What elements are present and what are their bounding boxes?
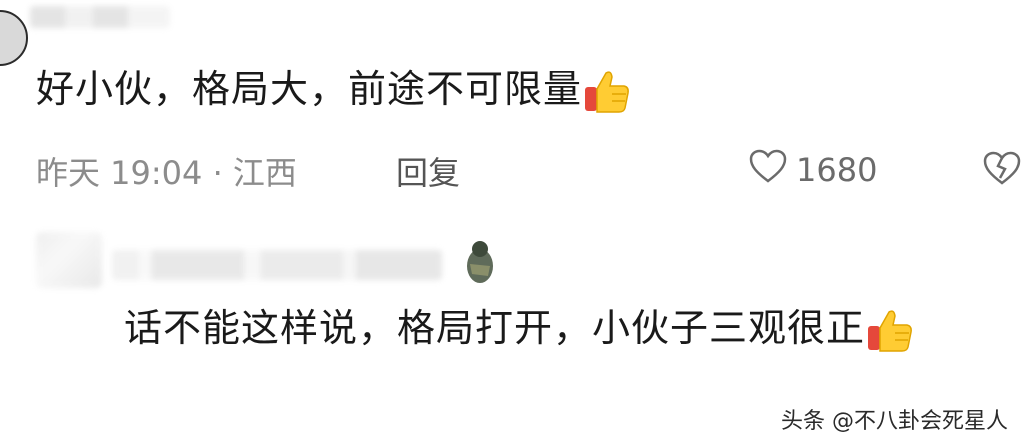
thumbs-up-icon [582,67,632,117]
comment-meta: 昨天 19:04 · 江西 回复 1680 [36,148,1021,192]
comment-text: 好小伙，格局大，前途不可限量 [36,62,632,117]
comment-body: 话不能这样说，格局打开，小伙子三观很正 [124,306,866,350]
user-badge-icon [458,236,502,286]
thumbs-up-icon [865,306,915,356]
watermark: 头条 @不八卦会死星人 [781,409,1008,434]
heart-icon [748,148,788,192]
avatar[interactable] [36,232,102,288]
comment-text: 话不能这样说，格局打开，小伙子三观很正 [124,300,1004,356]
comment-body: 好小伙，格局大，前途不可限量 [36,67,583,111]
avatar[interactable] [0,10,28,66]
like-count: 1680 [796,151,878,189]
username-blurred[interactable] [112,250,442,280]
username-blurred[interactable] [30,6,170,28]
timestamp-location: 昨天 19:04 · 江西 [36,154,297,192]
reply-button[interactable]: 回复 [396,148,460,194]
like-button[interactable]: 1680 [748,148,877,192]
broken-heart-icon[interactable] [982,150,1022,194]
